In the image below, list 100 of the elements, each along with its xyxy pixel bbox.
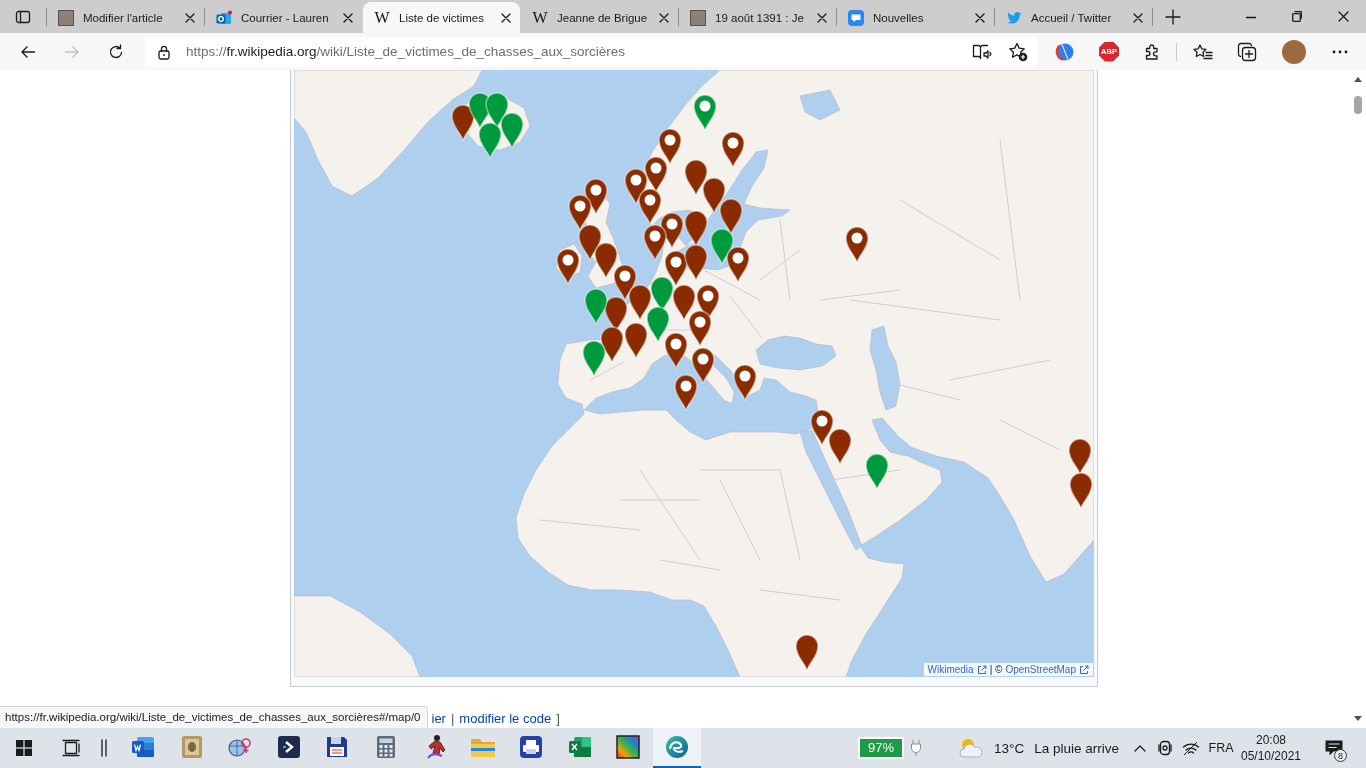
sea-area [799, 89, 841, 121]
map-pin-icon[interactable] [674, 374, 698, 411]
map-pin-icon[interactable] [693, 94, 717, 131]
clock-date[interactable]: 05/10/2021 [1240, 748, 1302, 764]
address-field[interactable]: https://fr.wikipedia.org/wiki/Liste_de_victimes_de_chasses_aux_sorcières [145, 36, 1038, 67]
star-list-icon[interactable] [1193, 42, 1213, 61]
browser-tab[interactable]: Accueil / Twitter [995, 2, 1152, 33]
map-pin-icon[interactable] [691, 347, 715, 384]
forecast-text[interactable]: La pluie arrive [1034, 740, 1119, 756]
map-pin-icon[interactable] [1068, 438, 1092, 475]
edit-link[interactable]: modifier le code [459, 710, 552, 728]
more-icon[interactable] [1332, 49, 1348, 54]
plus-icon[interactable] [1165, 8, 1181, 25]
image-thumbnail-icon [690, 9, 706, 26]
chevron-tile-icon[interactable] [276, 735, 301, 759]
close-icon[interactable] [1133, 12, 1143, 23]
printer-icon[interactable] [519, 735, 544, 759]
browser-tab[interactable]: Modifier l'article [47, 2, 204, 33]
framed-picture-icon[interactable] [180, 735, 203, 759]
plug-icon[interactable] [910, 739, 923, 757]
browser-tab[interactable]: Courrier - Lauren [205, 2, 362, 33]
tab-actions-icon[interactable] [15, 8, 31, 25]
clock-time[interactable]: 20:08 [1256, 732, 1286, 748]
map-pin-icon[interactable] [600, 326, 624, 363]
map-pin-icon[interactable] [733, 364, 757, 401]
status-url-tooltip: https://fr.wikipedia.org/wiki/Liste_de_victimes_de_chasses_aux_sorcières#/map/0 [0, 706, 428, 728]
map-pin-icon[interactable] [582, 340, 606, 377]
collections-icon[interactable] [1237, 41, 1257, 62]
calculator-icon[interactable] [375, 735, 396, 759]
close-icon[interactable] [185, 12, 195, 23]
browser-tab[interactable]: W Jeanne de Brigue [521, 2, 678, 33]
map-pin-icon[interactable] [684, 210, 708, 247]
globe-icon[interactable] [1055, 41, 1075, 62]
map-pin-icon[interactable] [710, 228, 734, 265]
map-pin-icon[interactable] [624, 322, 648, 359]
map-pin-icon[interactable] [578, 224, 602, 261]
scrollbar-thumb[interactable] [1354, 96, 1362, 114]
map-pin-icon[interactable] [643, 224, 667, 261]
map-pin-icon[interactable] [828, 428, 852, 465]
map-pin-icon[interactable] [672, 284, 696, 321]
language-indicator[interactable]: FRA [1206, 741, 1236, 755]
map-pin-icon[interactable] [628, 284, 652, 321]
map-pin-icon[interactable] [646, 306, 670, 343]
folder-icon[interactable] [469, 736, 496, 758]
edit-link[interactable]: ier [431, 710, 446, 728]
camera-icon[interactable] [1158, 739, 1172, 757]
map-pin-icon[interactable] [594, 242, 618, 279]
map-pin-icon[interactable] [688, 310, 712, 347]
refresh-icon[interactable] [108, 43, 124, 60]
task-view-icon[interactable] [62, 739, 80, 757]
mail-app-icon [216, 9, 232, 26]
map-pin-icon[interactable] [684, 159, 708, 196]
map-pin-icon[interactable] [658, 128, 682, 165]
map-pin-icon[interactable] [568, 194, 592, 231]
favicon-glyph: W [374, 9, 390, 26]
sea-area [871, 417, 913, 457]
map-pin-icon[interactable] [664, 332, 688, 369]
start-icon[interactable] [16, 740, 32, 756]
map-pin-icon[interactable] [726, 246, 750, 283]
attribution-link[interactable]: Wikimedia [927, 664, 974, 675]
document-app-icon[interactable] [131, 736, 156, 758]
bird-icon [1006, 9, 1022, 26]
map-pin-icon[interactable] [702, 177, 726, 214]
reader-view-icon[interactable] [972, 42, 992, 61]
globe-symbol-icon[interactable] [227, 735, 254, 759]
close-icon[interactable] [343, 12, 353, 23]
wifi-icon[interactable] [1182, 740, 1200, 756]
close-icon[interactable] [1337, 11, 1349, 22]
map-pin-icon[interactable] [795, 634, 819, 671]
spectrum-square-icon[interactable] [616, 735, 641, 759]
map-pin-icon[interactable] [721, 131, 745, 168]
map-pin-icon[interactable] [556, 248, 580, 285]
scroll-up-icon[interactable] [1354, 76, 1362, 82]
map-pin-icon[interactable] [638, 188, 662, 225]
spreadsheet-app-icon[interactable] [567, 736, 592, 758]
map-pin-icon[interactable] [584, 288, 608, 325]
lock-icon[interactable] [157, 43, 171, 60]
map-pin-icon[interactable] [1069, 472, 1093, 509]
browser-tab[interactable]: Nouvelles [837, 2, 994, 33]
map-pin-icon[interactable] [845, 226, 869, 263]
browser-tab[interactable]: W Liste de victimes [363, 2, 520, 33]
close-icon[interactable] [975, 12, 985, 23]
map-pin-icon[interactable] [684, 244, 708, 281]
star-plus-icon[interactable] [1008, 41, 1028, 62]
attribution-link[interactable]: OpenStreetMap [1005, 664, 1076, 675]
browser-tab[interactable]: 19 août 1391 : Je [679, 2, 836, 33]
scroll-down-icon[interactable] [1354, 716, 1362, 722]
grip-icon[interactable] [101, 739, 107, 757]
avatar-icon[interactable] [1282, 39, 1306, 64]
browser-swirl-icon[interactable] [664, 735, 689, 759]
restore-icon[interactable] [1291, 11, 1303, 22]
close-icon[interactable] [501, 12, 511, 23]
close-icon[interactable] [817, 12, 827, 23]
battery-indicator[interactable]: 97% [858, 737, 905, 759]
taskbar-button[interactable] [652, 728, 701, 768]
chevron-up-icon[interactable] [1134, 744, 1146, 752]
close-icon[interactable] [659, 12, 669, 23]
temperature-text[interactable]: 13°C [994, 740, 1025, 756]
map-pin-icon[interactable] [719, 198, 743, 235]
map-pin-icon[interactable] [451, 104, 475, 141]
